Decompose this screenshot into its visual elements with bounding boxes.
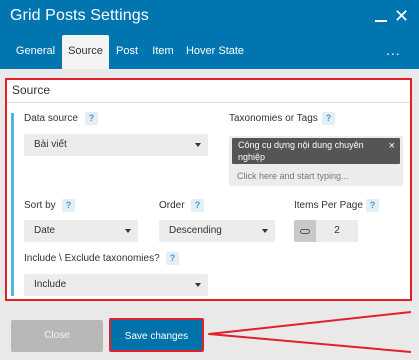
divider — [7, 102, 410, 103]
help-icon[interactable]: ? — [166, 252, 179, 265]
tab-post[interactable]: Post — [111, 35, 143, 69]
link-toggle[interactable] — [294, 220, 316, 242]
data-source-value: Bài viết — [34, 139, 67, 150]
more-tabs-icon[interactable]: ... — [386, 35, 401, 69]
tag-search-input[interactable]: Click here and start typing... — [237, 171, 349, 181]
sort-by-value: Date — [34, 225, 56, 236]
data-source-select[interactable]: Bài viết — [24, 134, 208, 156]
help-icon[interactable]: ? — [62, 199, 75, 212]
source-panel: Source Data source ? Bài viết Taxonomies… — [5, 78, 412, 301]
link-icon — [300, 229, 310, 234]
dialog-title: Grid Posts Settings — [10, 7, 149, 24]
section-heading: Source — [12, 83, 51, 97]
order-label: Order — [159, 200, 185, 211]
close-icon[interactable]: ✕ — [394, 6, 409, 26]
taxonomies-label: Taxonomies or Tags — [229, 113, 318, 124]
tab-bar: General Source Post Item Hover State ... — [0, 35, 419, 69]
save-button[interactable]: Save changes — [109, 318, 204, 352]
close-button[interactable]: Close — [11, 320, 103, 352]
minimize-icon[interactable] — [375, 20, 387, 22]
arrow-annotation — [208, 311, 412, 353]
tag-chip-label: Công cụ dựng nội dung chuyên nghiệp — [238, 140, 364, 162]
tab-hover-state[interactable]: Hover State — [184, 35, 246, 69]
sort-by-select[interactable]: Date — [24, 220, 138, 242]
remove-tag-icon[interactable]: × — [389, 140, 395, 152]
data-source-label: Data source — [24, 113, 78, 124]
tag-chip: Công cụ dựng nội dung chuyên nghiệp × — [232, 138, 400, 164]
items-per-page-input[interactable]: 2 — [294, 220, 358, 242]
sort-by-label: Sort by — [24, 200, 56, 211]
help-icon[interactable]: ? — [85, 112, 98, 125]
tab-source[interactable]: Source — [62, 35, 109, 69]
include-exclude-value: Include — [34, 279, 67, 290]
order-select[interactable]: Descending — [159, 220, 275, 242]
chevron-down-icon — [262, 229, 268, 233]
accent-bar — [11, 113, 14, 296]
include-exclude-label: Include \ Exclude taxonomies? — [24, 253, 160, 264]
items-per-page-label: Items Per Page — [294, 200, 363, 211]
chevron-down-icon — [195, 283, 201, 287]
tab-item[interactable]: Item — [146, 35, 180, 69]
help-icon[interactable]: ? — [322, 112, 335, 125]
chevron-down-icon — [125, 229, 131, 233]
order-value: Descending — [169, 225, 222, 236]
help-icon[interactable]: ? — [191, 199, 204, 212]
dialog-header: Grid Posts Settings ✕ General Source Pos… — [0, 0, 419, 69]
include-exclude-select[interactable]: Include — [24, 274, 208, 296]
chevron-down-icon — [195, 143, 201, 147]
items-per-page-value[interactable]: 2 — [316, 220, 358, 242]
help-icon[interactable]: ? — [366, 199, 379, 212]
taxonomies-tag-input[interactable]: Công cụ dựng nội dung chuyên nghiệp × Cl… — [229, 136, 403, 186]
tab-general[interactable]: General — [10, 35, 61, 69]
